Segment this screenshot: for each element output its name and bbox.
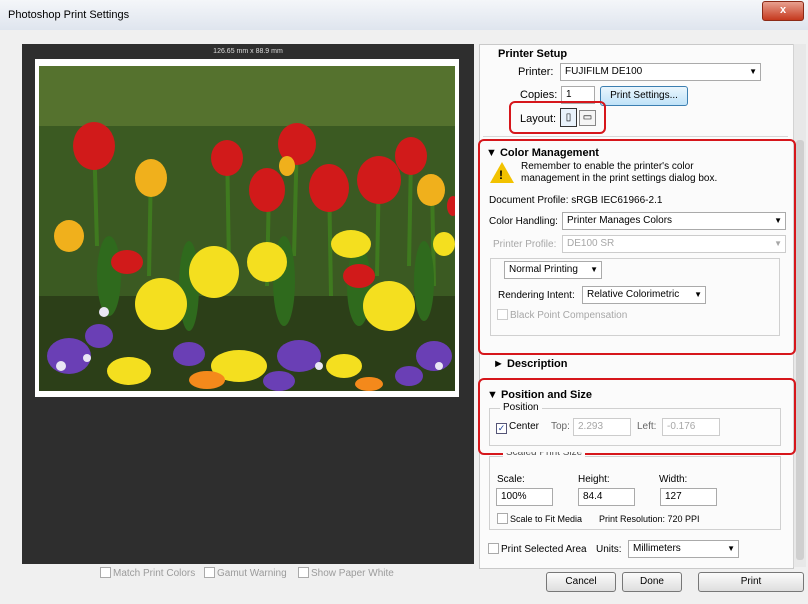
title-bar: Photoshop Print Settings x	[0, 0, 808, 31]
preview-paper	[35, 59, 459, 397]
units-select[interactable]: Millimeters ▼	[628, 540, 739, 558]
window-title: Photoshop Print Settings	[8, 9, 130, 21]
scale-label: Scale:	[497, 474, 525, 485]
units-label: Units:	[596, 544, 622, 555]
show-paper-white-checkbox[interactable]: Show Paper White	[298, 567, 394, 579]
divider	[483, 136, 788, 137]
match-print-colors-checkbox[interactable]: Match Print Colors	[100, 567, 195, 579]
scale-field[interactable]: 100%	[496, 488, 553, 506]
flower-photo-image	[39, 66, 455, 391]
print-settings-button[interactable]: Print Settings...	[600, 86, 688, 106]
gamut-warning-checkbox[interactable]: Gamut Warning	[204, 567, 287, 579]
close-button[interactable]: x	[762, 1, 804, 21]
scaled-print-size-label: Scaled Print Size	[503, 452, 586, 458]
cancel-button[interactable]: Cancel	[546, 572, 616, 592]
position-size-highlight-box	[478, 378, 796, 455]
description-heading[interactable]: ► Description	[493, 358, 567, 370]
printer-setup-heading: Printer Setup	[498, 48, 568, 60]
scale-to-fit-checkbox[interactable]: Scale to Fit Media	[497, 513, 582, 524]
print-preview: 126.65 mm x 88.9 mm	[22, 44, 474, 564]
width-field[interactable]: 127	[660, 488, 717, 506]
printer-label: Printer:	[518, 66, 554, 78]
print-button[interactable]: Print	[698, 572, 804, 592]
done-button[interactable]: Done	[622, 572, 682, 592]
height-label: Height:	[578, 474, 610, 485]
color-management-highlight-box	[478, 139, 796, 355]
chevron-down-icon: ▼	[727, 544, 735, 553]
scrollbar-thumb[interactable]	[796, 140, 804, 560]
width-label: Width:	[659, 474, 688, 485]
print-resolution: Print Resolution: 720 PPI	[599, 514, 700, 524]
preview-dimensions: 126.65 mm x 88.9 mm	[213, 48, 283, 55]
chevron-down-icon: ▼	[749, 67, 757, 76]
printer-select[interactable]: FUJIFILM DE100 ▼	[560, 63, 761, 81]
preview-photo	[39, 66, 455, 391]
layout-highlight-box	[509, 101, 606, 134]
copies-label: Copies:	[520, 89, 558, 101]
print-selected-area-checkbox[interactable]: Print Selected Area	[488, 543, 587, 555]
height-field[interactable]: 84.4	[578, 488, 635, 506]
